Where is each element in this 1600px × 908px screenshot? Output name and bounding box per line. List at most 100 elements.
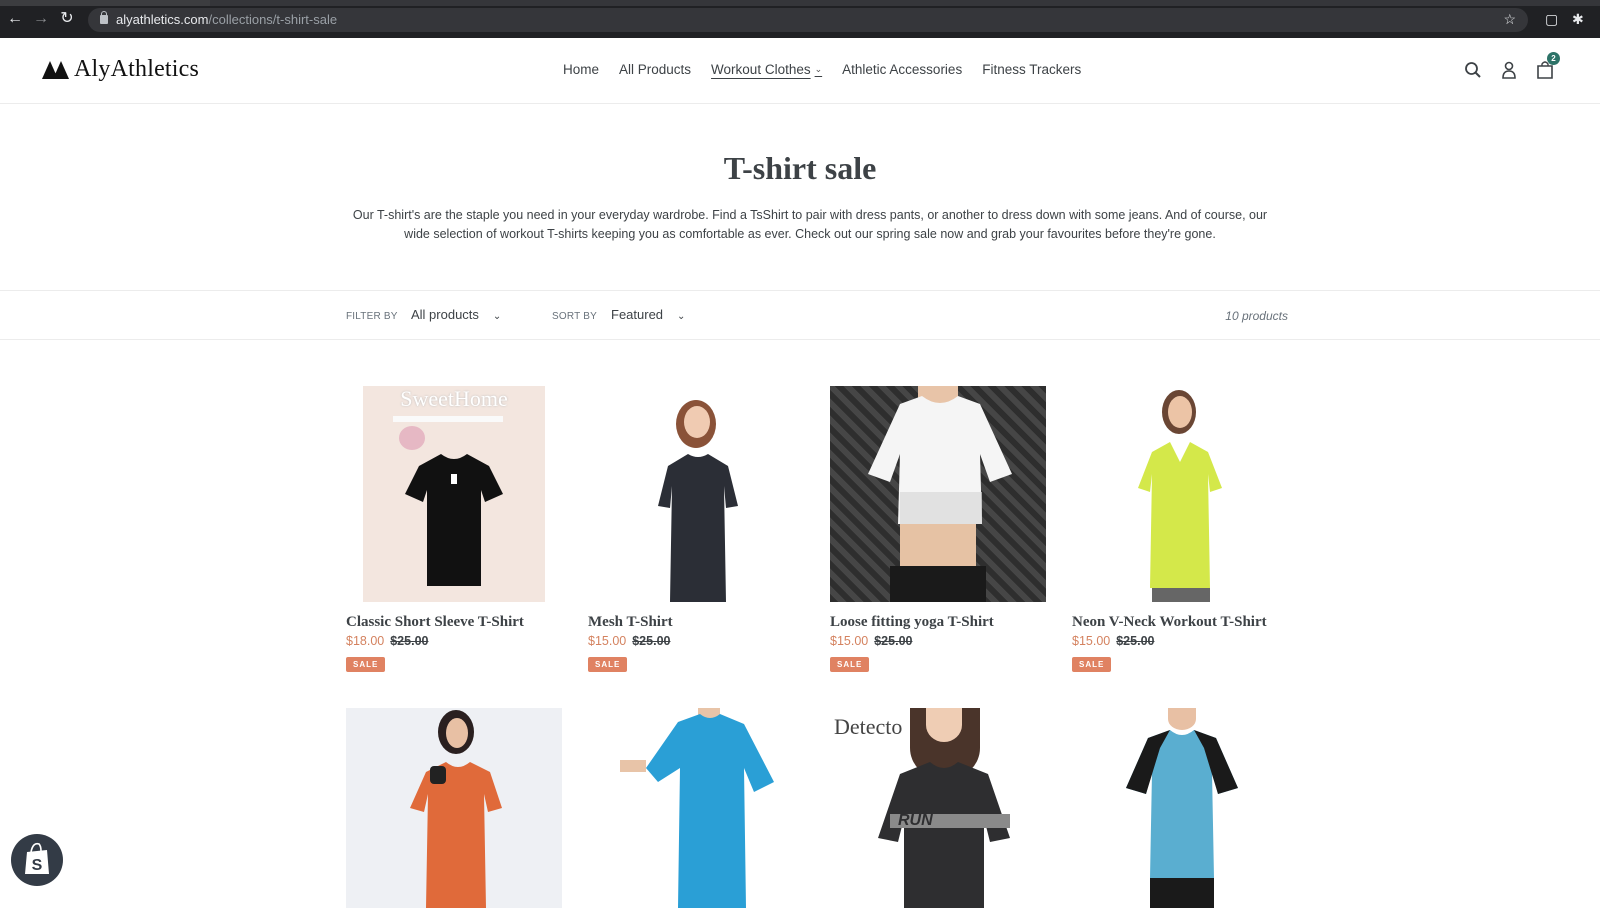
product-image[interactable]: [1072, 708, 1288, 908]
back-icon[interactable]: ←: [6, 10, 24, 28]
chevron-down-icon: ⌄: [492, 311, 502, 322]
cast-icon[interactable]: ▢: [1545, 11, 1558, 28]
product-card[interactable]: [1072, 708, 1292, 908]
product-card[interactable]: Mesh T-Shirt $15.00 $25.00 SALE: [588, 386, 808, 672]
compare-price: $25.00: [390, 634, 429, 648]
browser-toolbar: ← → ↻ alyathletics.com/collections/t-shi…: [0, 0, 1600, 38]
reload-icon[interactable]: ↻: [58, 10, 76, 28]
nav-label: Workout Clothes: [711, 62, 811, 77]
product-image[interactable]: [1072, 386, 1288, 602]
product-card[interactable]: Neon V-Neck Workout T-Shirt $15.00 $25.00…: [1072, 386, 1292, 672]
product-image[interactable]: [346, 708, 562, 908]
chevron-down-icon: ⌄: [677, 311, 686, 322]
compare-price: $25.00: [1116, 634, 1155, 648]
sort-value: Featured: [611, 307, 664, 322]
sale-price: $15.00: [1072, 634, 1111, 648]
nav-home[interactable]: Home: [563, 62, 599, 77]
product-image[interactable]: [588, 386, 804, 602]
filter-select[interactable]: All products ⌄: [411, 307, 501, 322]
model-face: [926, 708, 962, 742]
sort-select[interactable]: Featured ⌄: [611, 307, 685, 322]
black-run-tshirt: [878, 762, 1010, 908]
logo-text: AlyAthletics: [74, 56, 200, 82]
blue-tshirt: [620, 714, 774, 908]
model-face: [1168, 396, 1192, 428]
sort-label: SORT BY: [552, 311, 597, 322]
logo[interactable]: AlyAthletics: [42, 56, 199, 83]
sale-badge: SALE: [588, 657, 628, 672]
product-card[interactable]: [588, 708, 808, 908]
nav-label: All Products: [619, 62, 692, 77]
filter-label: FILTER BY: [346, 311, 398, 322]
url-host: alyathletics.com: [116, 12, 209, 27]
header-icons: 2: [1464, 52, 1560, 80]
nav-label: Home: [563, 62, 600, 77]
nav-workout-clothes[interactable]: Workout Clothes ⌄: [711, 62, 822, 77]
sale-price: $18.00: [346, 634, 385, 648]
search-icon[interactable]: [1464, 60, 1482, 80]
model-face: [684, 406, 710, 438]
shirt-print-text: RUN: [898, 812, 933, 829]
product-card[interactable]: Detecto RUN: [830, 708, 1050, 908]
white-tshirt: [868, 396, 1012, 524]
sale-badge: SALE: [346, 657, 386, 672]
model-face: [446, 718, 468, 748]
url-text[interactable]: alyathletics.com/collections/t-shirt-sal…: [116, 12, 337, 28]
product-price: $15.00 $25.00: [1072, 634, 1292, 648]
account-icon[interactable]: [1500, 60, 1518, 80]
product-name[interactable]: Classic Short Sleeve T-Shirt: [346, 614, 566, 631]
image-text: SweetHome: [400, 386, 508, 411]
product-card[interactable]: Loose fitting yoga T-Shirt $15.00 $25.00 …: [830, 386, 1050, 672]
main-nav: Home All Products Workout Clothes ⌄ Athle…: [563, 62, 1101, 77]
cart-count-badge: 2: [1547, 52, 1560, 65]
compare-price: $25.00: [632, 634, 671, 648]
product-image[interactable]: [588, 708, 804, 908]
nav-fitness-trackers[interactable]: Fitness Trackers: [982, 62, 1081, 77]
product-card[interactable]: SweetHome Classic Short Sleeve T-Shirt $…: [346, 386, 566, 672]
forward-icon[interactable]: →: [32, 10, 50, 28]
product-name[interactable]: Mesh T-Shirt: [588, 614, 808, 631]
browser-tab[interactable]: [0, 0, 210, 6]
nav-athletic-accessories[interactable]: Athletic Accessories: [842, 62, 962, 77]
model-face: [1168, 708, 1196, 730]
product-price: $15.00 $25.00: [830, 634, 1050, 648]
extensions-icon[interactable]: ✱: [1572, 11, 1584, 28]
product-name[interactable]: Neon V-Neck Workout T-Shirt: [1072, 614, 1292, 631]
product-price: $18.00 $25.00: [346, 634, 566, 648]
product-count: 10 products: [1225, 309, 1288, 323]
product-image[interactable]: Detecto RUN: [830, 708, 1046, 908]
filter-bar: FILTER BY All products ⌄ SORT BY Featured…: [0, 290, 1600, 340]
neon-tshirt: [1138, 442, 1222, 602]
hanger-rack: [393, 416, 503, 422]
watermark-text: Detecto: [834, 714, 903, 739]
product-image[interactable]: [830, 386, 1046, 602]
black-tshirt: [405, 454, 503, 586]
glove: [430, 766, 446, 784]
star-icon[interactable]: ☆: [1503, 11, 1516, 28]
cart-icon[interactable]: 2: [1536, 52, 1560, 80]
nav-label: Athletic Accessories: [842, 62, 963, 77]
nav-label: Fitness Trackers: [982, 62, 1082, 77]
product-card[interactable]: [346, 708, 566, 908]
sale-badge: SALE: [830, 657, 870, 672]
sale-badge: SALE: [1072, 657, 1112, 672]
shopify-bag-icon: S: [25, 842, 49, 874]
nav-all-products[interactable]: All Products: [619, 62, 691, 77]
lock-icon[interactable]: [100, 11, 108, 24]
page-title: T-shirt sale: [723, 150, 877, 186]
logo-mountains-icon: [42, 60, 70, 79]
address-bar[interactable]: alyathletics.com/collections/t-shirt-sal…: [88, 8, 1528, 32]
sale-price: $15.00: [830, 634, 869, 648]
two-tone-tshirt: [1126, 730, 1238, 908]
product-name[interactable]: Loose fitting yoga T-Shirt: [830, 614, 1050, 631]
site-header: AlyAthletics Home All Products Workout C…: [0, 38, 1600, 104]
collection-description: Our T-shirt's are the staple you need in…: [352, 208, 1268, 241]
product-image[interactable]: SweetHome: [363, 386, 545, 602]
model-pants: [890, 566, 986, 602]
compare-price: $25.00: [874, 634, 913, 648]
chevron-down-icon: ⌄: [814, 64, 823, 74]
shopify-chat-button[interactable]: S: [11, 834, 63, 886]
mesh-tshirt: [658, 454, 738, 602]
sale-price: $15.00: [588, 634, 627, 648]
url-path: /collections/t-shirt-sale: [208, 12, 338, 27]
